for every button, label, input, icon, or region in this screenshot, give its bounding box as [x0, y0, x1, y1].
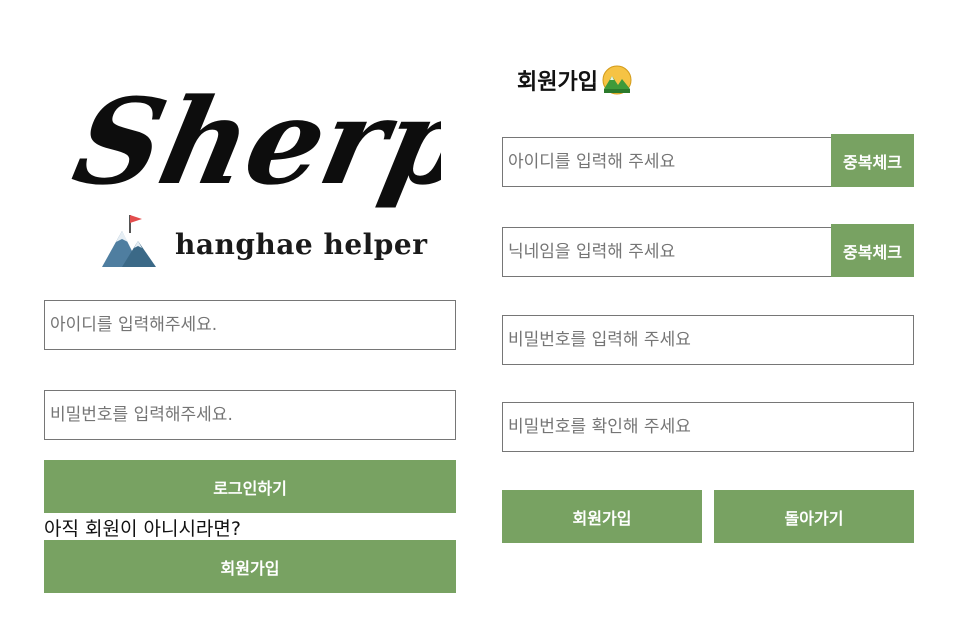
- mountain-flag-icon: [102, 215, 156, 267]
- mountain-sunrise-icon: [602, 65, 632, 95]
- signup-id-input[interactable]: [502, 137, 832, 187]
- signup-nickname-input[interactable]: [502, 227, 832, 277]
- signup-password-confirm-input[interactable]: [502, 402, 914, 452]
- login-button[interactable]: 로그인하기: [44, 460, 456, 513]
- login-password-input[interactable]: [44, 390, 456, 440]
- signup-submit-button[interactable]: 회원가입: [502, 490, 702, 543]
- sherpa-logo: Sherpa hanghae helper: [55, 25, 441, 275]
- id-duplicate-check-button[interactable]: 중복체크: [831, 134, 914, 187]
- no-account-text: 아직 회원이 아니시라면?: [44, 518, 241, 540]
- signup-password-input[interactable]: [502, 315, 914, 365]
- signup-title: 회원가입: [517, 64, 632, 96]
- logo-subtitle: hanghae helper: [175, 228, 428, 261]
- back-button[interactable]: 돌아가기: [714, 490, 914, 543]
- nickname-duplicate-check-button[interactable]: 중복체크: [831, 224, 914, 277]
- sherpa-script-logo: Sherpa: [63, 73, 441, 211]
- login-id-input[interactable]: [44, 300, 456, 350]
- signup-title-text: 회원가입: [517, 70, 598, 95]
- logo-script-text: Sherpa: [63, 73, 441, 211]
- go-to-signup-button[interactable]: 회원가입: [44, 540, 456, 593]
